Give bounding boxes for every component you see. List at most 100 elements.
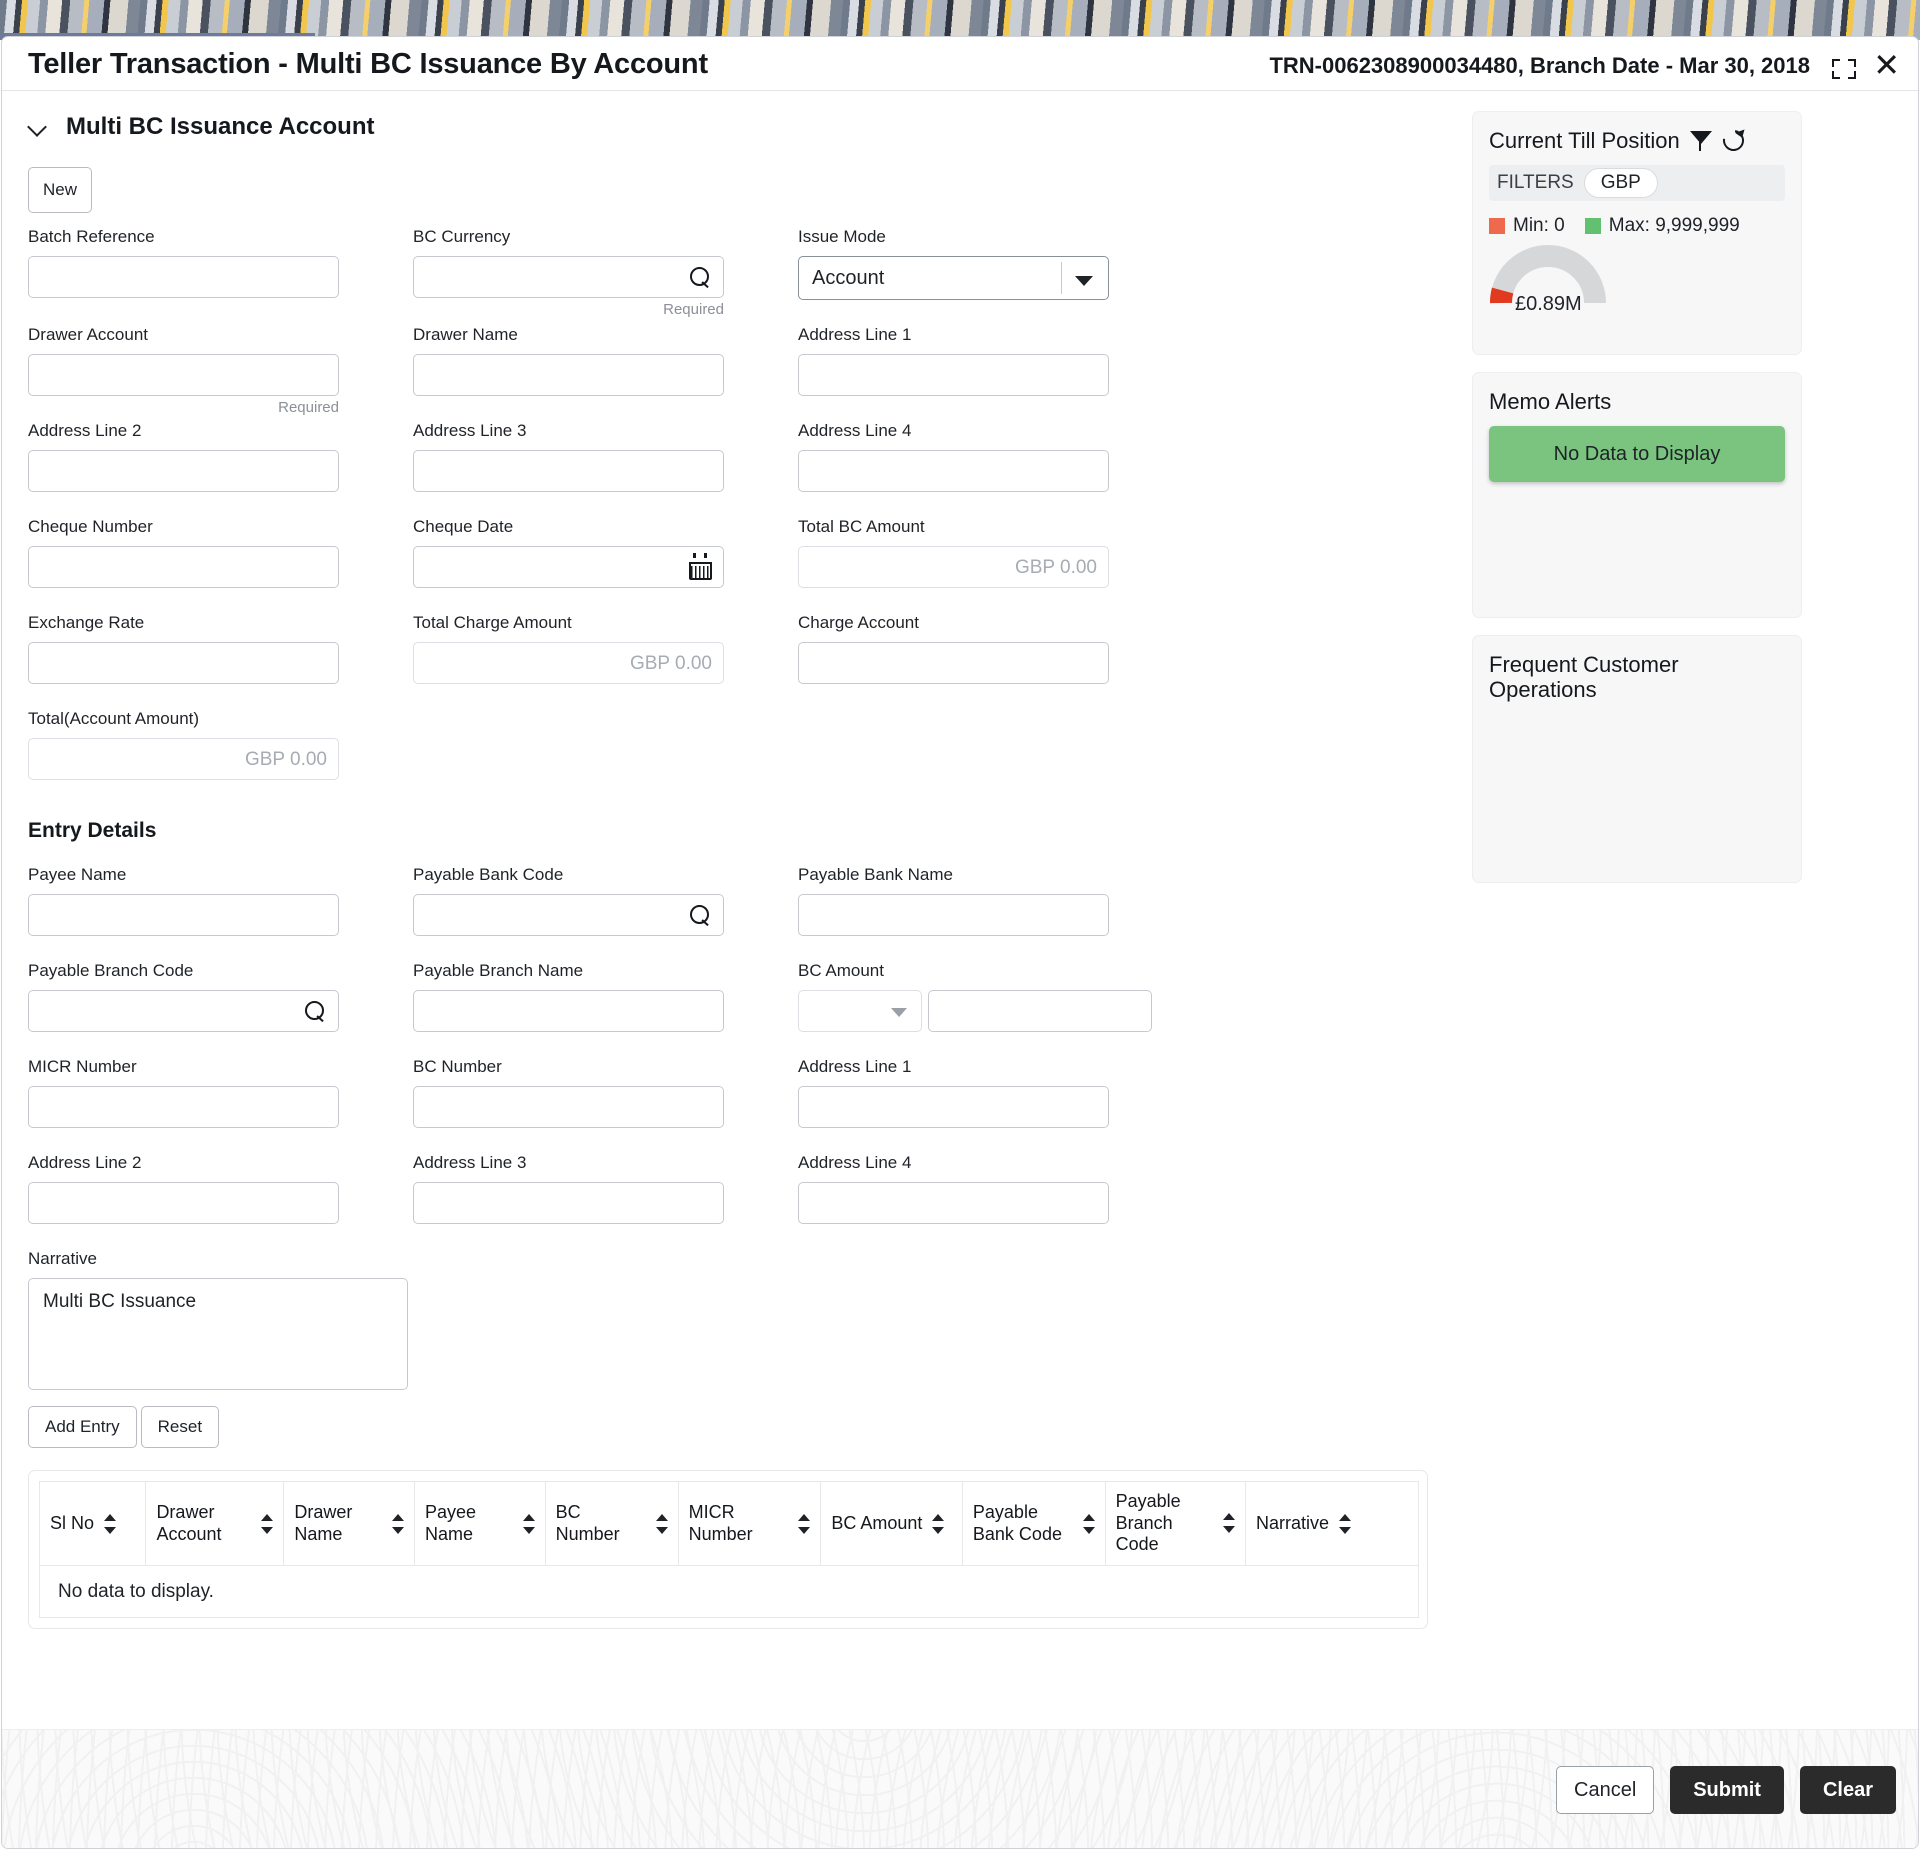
minimize-icon[interactable] xyxy=(1832,59,1856,79)
currency-chip-gbp[interactable]: GBP xyxy=(1584,168,1658,198)
field-address-line-4: Address Line 4 xyxy=(798,421,1183,513)
label-address-line-3: Address Line 3 xyxy=(413,421,798,441)
textarea-narrative[interactable]: Multi BC Issuance xyxy=(28,1278,408,1390)
input-micr-number[interactable] xyxy=(28,1086,339,1128)
sort-icon[interactable] xyxy=(932,1513,944,1535)
input-payable-branch-name[interactable] xyxy=(413,990,724,1032)
column-header-narrative[interactable]: Narrative xyxy=(1245,1482,1418,1566)
collapse-chevron-down-icon[interactable] xyxy=(28,117,48,137)
input-cheque-number[interactable] xyxy=(28,546,339,588)
search-icon[interactable] xyxy=(689,267,711,289)
input-address-line-2[interactable] xyxy=(28,450,339,492)
sort-icon[interactable] xyxy=(261,1513,273,1535)
input-cheque-date[interactable] xyxy=(413,546,724,588)
label-payable-branch-name: Payable Branch Name xyxy=(413,961,798,981)
hint-bc-currency: Required xyxy=(413,301,724,319)
field-exchange-rate: Exchange Rate xyxy=(28,613,413,705)
label-batch-reference: Batch Reference xyxy=(28,227,413,247)
cancel-button[interactable]: Cancel xyxy=(1556,1766,1654,1814)
select-issue-mode[interactable]: Account xyxy=(798,256,1109,300)
input-payee-name[interactable] xyxy=(28,894,339,936)
sort-icon[interactable] xyxy=(656,1513,668,1535)
column-header-payee-name[interactable]: Payee Name xyxy=(414,1482,545,1566)
filter-icon[interactable] xyxy=(1690,130,1712,152)
hint-issue-mode xyxy=(798,303,1109,321)
reset-button[interactable]: Reset xyxy=(141,1406,219,1448)
label-total-account-amount: Total(Account Amount) xyxy=(28,709,413,729)
refresh-icon[interactable] xyxy=(1722,129,1746,153)
input-address-line-1[interactable] xyxy=(798,354,1109,396)
sort-icon[interactable] xyxy=(1339,1513,1351,1535)
column-label-payable-branch-code: Payable Branch Code xyxy=(1116,1491,1213,1557)
till-filters-bar: FILTERS GBP xyxy=(1489,165,1785,201)
input-total-charge-amount: GBP 0.00 xyxy=(413,642,724,684)
sort-icon[interactable] xyxy=(798,1513,810,1535)
input-bc-number[interactable] xyxy=(413,1086,724,1128)
column-header-drawer-name[interactable]: Drawer Name xyxy=(284,1482,415,1566)
column-header-micr-number[interactable]: MICR Number xyxy=(678,1482,821,1566)
add-entry-button[interactable]: Add Entry xyxy=(28,1406,137,1448)
field-micr-number: MICR Number xyxy=(28,1057,413,1149)
sort-icon[interactable] xyxy=(1083,1513,1095,1535)
till-position-header: Current Till Position xyxy=(1489,128,1785,153)
input-bc-currency[interactable] xyxy=(413,256,724,298)
field-cheque-number: Cheque Number xyxy=(28,517,413,609)
input-entry-address-line-3[interactable] xyxy=(413,1182,724,1224)
chevron-down-icon[interactable] xyxy=(1075,276,1093,286)
label-payable-bank-name: Payable Bank Name xyxy=(798,865,1183,885)
clear-button[interactable]: Clear xyxy=(1800,1766,1896,1814)
section-title: Multi BC Issuance Account xyxy=(66,113,374,141)
label-entry-address-line-1: Address Line 1 xyxy=(798,1057,1183,1077)
input-payable-branch-code[interactable] xyxy=(28,990,339,1032)
input-batch-reference[interactable] xyxy=(28,256,339,298)
input-payable-bank-code[interactable] xyxy=(413,894,724,936)
frequent-operations-card: Frequent Customer Operations xyxy=(1472,635,1802,883)
form-pane: Multi BC Issuance Account New Batch Refe… xyxy=(2,91,1472,1791)
input-entry-address-line-2[interactable] xyxy=(28,1182,339,1224)
label-issue-mode: Issue Mode xyxy=(798,227,1183,247)
hint-payable-bank-code xyxy=(413,939,724,957)
column-header-payable-branch-code[interactable]: Payable Branch Code xyxy=(1105,1482,1245,1566)
input-entry-address-line-1[interactable] xyxy=(798,1086,1109,1128)
field-bc-currency: BC Currency Required xyxy=(413,227,798,321)
sort-icon[interactable] xyxy=(1223,1512,1235,1534)
chevron-down-icon[interactable] xyxy=(891,1008,907,1017)
memo-alerts-empty-pill[interactable]: No Data to Display xyxy=(1489,426,1785,482)
total-bc-amount-value: GBP 0.00 xyxy=(1015,557,1097,579)
calendar-icon[interactable] xyxy=(689,556,712,580)
submit-button[interactable]: Submit xyxy=(1670,1766,1784,1814)
table-header-row: Sl No Drawer Account xyxy=(40,1482,1419,1566)
column-header-sl-no[interactable]: Sl No xyxy=(40,1482,146,1566)
column-header-bc-number[interactable]: BC Number xyxy=(545,1482,678,1566)
legend-swatch-min xyxy=(1489,218,1505,234)
close-icon[interactable]: ✕ xyxy=(1873,49,1900,81)
grid-spacer-a xyxy=(413,709,798,805)
input-address-line-3[interactable] xyxy=(413,450,724,492)
column-header-bc-amount[interactable]: BC Amount xyxy=(821,1482,963,1566)
input-bc-amount-value[interactable] xyxy=(928,990,1152,1032)
sort-icon[interactable] xyxy=(392,1513,404,1535)
hint-address-line-2 xyxy=(28,495,339,513)
input-drawer-account[interactable] xyxy=(28,354,339,396)
label-address-line-1: Address Line 1 xyxy=(798,325,1183,345)
sort-icon[interactable] xyxy=(104,1513,116,1535)
input-charge-account[interactable] xyxy=(798,642,1109,684)
input-entry-address-line-4[interactable] xyxy=(798,1182,1109,1224)
hint-entry-address-line-1 xyxy=(798,1131,1109,1149)
new-button[interactable]: New xyxy=(28,167,92,213)
search-icon[interactable] xyxy=(689,905,711,927)
hint-drawer-account: Required xyxy=(28,399,339,417)
input-exchange-rate[interactable] xyxy=(28,642,339,684)
label-total-charge-amount: Total Charge Amount xyxy=(413,613,798,633)
input-address-line-4[interactable] xyxy=(798,450,1109,492)
column-header-payable-bank-code[interactable]: Payable Bank Code xyxy=(962,1482,1105,1566)
search-icon[interactable] xyxy=(304,1001,326,1023)
select-bc-amount-currency[interactable] xyxy=(798,990,922,1032)
sort-icon[interactable] xyxy=(523,1513,535,1535)
input-drawer-name[interactable] xyxy=(413,354,724,396)
field-payee-name: Payee Name xyxy=(28,865,413,957)
input-payable-bank-name[interactable] xyxy=(798,894,1109,936)
label-entry-address-line-4: Address Line 4 xyxy=(798,1153,1183,1173)
field-payable-bank-code: Payable Bank Code xyxy=(413,865,798,957)
column-header-drawer-account[interactable]: Drawer Account xyxy=(146,1482,284,1566)
